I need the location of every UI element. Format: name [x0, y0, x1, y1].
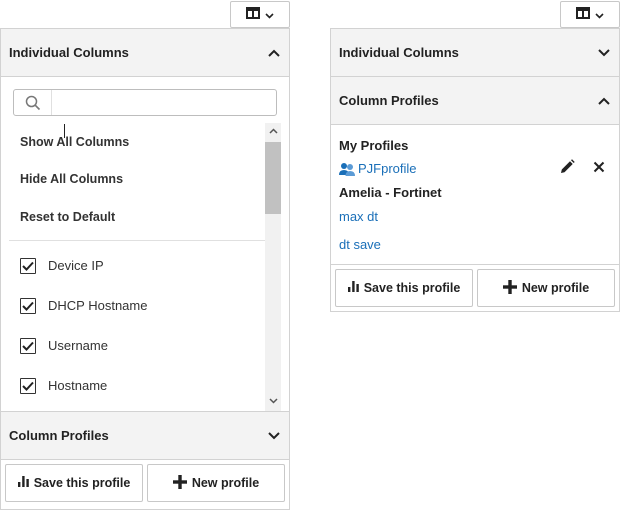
scroll-down-arrow-icon[interactable]	[265, 393, 281, 409]
plus-icon	[172, 474, 187, 492]
hide-all-columns-item[interactable]: Hide All Columns	[9, 161, 265, 199]
column-label: DHCP Hostname	[48, 298, 148, 313]
list-divider	[9, 239, 265, 241]
section-title: Column Profiles	[9, 428, 109, 443]
column-label: Device IP	[48, 258, 104, 273]
checkbox-checked[interactable]	[20, 257, 36, 274]
column-profiles-header[interactable]: Column Profiles	[1, 411, 289, 459]
column-item-dhcp-hostname[interactable]: DHCP Hostname	[9, 286, 265, 326]
pencil-icon[interactable]	[559, 159, 575, 178]
action-label: Show All Columns	[20, 134, 130, 149]
new-profile-button[interactable]: New profile	[477, 269, 615, 307]
button-label: Save this profile	[33, 476, 131, 490]
column-list-content: Show All Columns Hide All Columns Reset …	[9, 123, 265, 406]
column-label: Hostname	[48, 378, 108, 393]
scroll-up-arrow-icon[interactable]	[265, 123, 281, 139]
individual-columns-header[interactable]: Individual Columns	[1, 29, 289, 77]
section-title: Individual Columns	[9, 45, 129, 60]
individual-columns-header[interactable]: Individual Columns	[331, 29, 619, 77]
close-icon[interactable]	[593, 161, 605, 176]
checkbox-checked[interactable]	[20, 297, 36, 314]
reset-to-default-item[interactable]: Reset to Default	[9, 198, 265, 236]
column-search-input[interactable]	[52, 90, 276, 115]
checkmark-icon	[22, 301, 34, 311]
button-label: New profile	[521, 281, 590, 295]
chevron-up-icon	[268, 45, 280, 60]
checkmark-icon	[22, 341, 34, 351]
profile-link-max-dt[interactable]: max dt	[339, 202, 611, 230]
action-label: Hide All Columns	[20, 172, 124, 187]
profile-actions	[559, 159, 611, 178]
column-item-username[interactable]: Username	[9, 326, 265, 366]
profiles-list: My Profiles PJFprofile Amelia - Fortinet…	[331, 125, 619, 268]
shared-users-icon	[339, 162, 356, 176]
plus-icon	[502, 279, 517, 297]
scroll-thumb[interactable]	[265, 142, 281, 214]
chevron-down-icon	[595, 7, 604, 22]
my-profiles-heading: My Profiles	[339, 137, 409, 153]
column-settings-panel-left: Individual Columns Show All Columns Hide…	[0, 28, 290, 510]
save-profile-button[interactable]: Save this profile	[335, 269, 473, 307]
column-search-row	[1, 77, 289, 138]
chevron-down-icon	[598, 45, 610, 60]
checkbox-checked[interactable]	[20, 337, 36, 354]
column-toggle-button[interactable]	[560, 1, 620, 28]
column-settings-panel-right: Individual Columns Column Profiles My Pr…	[330, 28, 620, 312]
column-item-device-ip[interactable]: Device IP	[9, 246, 265, 286]
profile-label: PJFprofile	[358, 161, 417, 176]
chevron-up-icon	[598, 93, 610, 108]
profile-link[interactable]: PJFprofile	[339, 161, 417, 176]
column-list[interactable]: Show All Columns Hide All Columns Reset …	[1, 123, 289, 411]
column-item-hostname[interactable]: Hostname	[9, 366, 265, 406]
column-search-box	[13, 89, 277, 138]
new-profile-button[interactable]: New profile	[147, 464, 285, 502]
checkmark-icon	[22, 381, 34, 391]
panel-footer: Save this profile New profile	[1, 459, 289, 506]
profile-link-dt-save[interactable]: dt save	[339, 230, 611, 258]
search-icon	[14, 90, 52, 115]
column-label: Username	[48, 338, 108, 353]
checkbox-checked[interactable]	[20, 377, 36, 394]
bar-chart-icon	[347, 281, 359, 295]
column-toggle-button[interactable]	[230, 1, 290, 28]
group-profiles-heading: Amelia - Fortinet	[339, 184, 442, 200]
columns-layout-icon	[576, 7, 590, 22]
chevron-down-icon	[268, 428, 280, 443]
column-profiles-header[interactable]: Column Profiles	[331, 77, 619, 125]
save-profile-button[interactable]: Save this profile	[5, 464, 143, 502]
bar-chart-icon	[17, 476, 29, 490]
show-all-columns-item[interactable]: Show All Columns	[9, 123, 265, 161]
chevron-down-icon	[265, 7, 274, 22]
panel-footer: Save this profile New profile	[331, 264, 619, 311]
section-title: Individual Columns	[339, 45, 459, 60]
list-scrollbar[interactable]	[265, 123, 281, 411]
checkmark-icon	[22, 261, 34, 271]
section-title: Column Profiles	[339, 93, 439, 108]
profile-row-pjfprofile: PJFprofile	[339, 155, 611, 182]
button-label: Save this profile	[363, 281, 461, 295]
columns-layout-icon	[246, 7, 260, 22]
button-label: New profile	[191, 476, 260, 490]
action-label: Reset to Default	[20, 209, 116, 224]
